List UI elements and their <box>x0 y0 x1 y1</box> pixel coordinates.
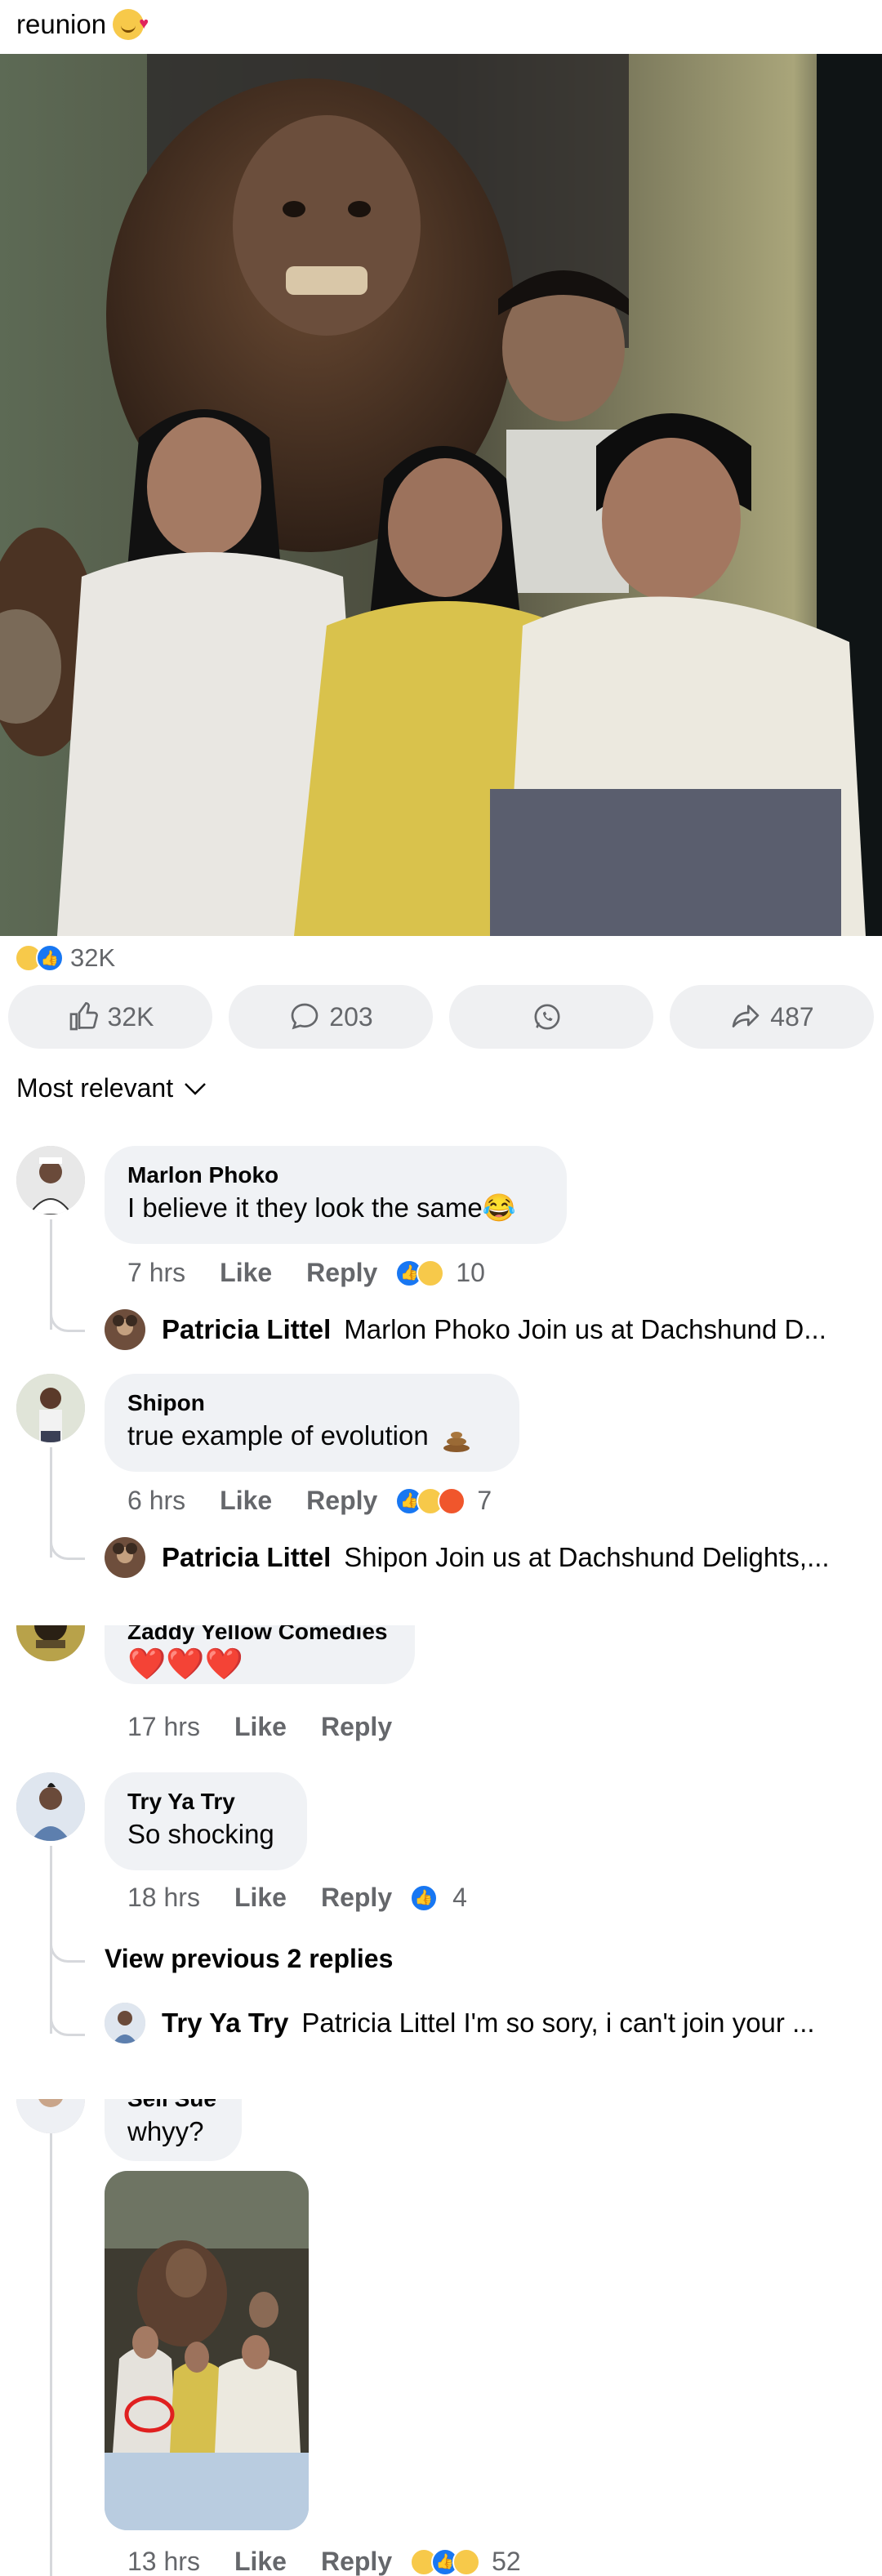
comment-reply-button[interactable]: Reply <box>306 1486 377 1516</box>
comment-reaction-count[interactable]: 52 <box>492 2547 521 2576</box>
comment-reply-button[interactable]: Reply <box>321 1883 392 1913</box>
share-button[interactable]: 487 <box>670 985 874 1049</box>
comment-like-button[interactable]: Like <box>234 2547 287 2576</box>
comment-bubble-icon <box>291 1003 318 1030</box>
comment-author[interactable]: Try Ya Try <box>127 1787 284 1816</box>
comment-clipped-container: Zaddy Yellow Comedies ❤️❤️❤️ 17 hrs Like… <box>0 1625 882 1772</box>
avatar[interactable] <box>16 1625 85 1661</box>
post-caption-text: reunion <box>16 9 107 39</box>
comment-time: 18 hrs <box>127 1883 200 1912</box>
comment-meta: 6 hrs Like Reply 👍 7 <box>127 1486 492 1516</box>
comment-reply-button[interactable]: Reply <box>321 2547 392 2576</box>
like-icon: 👍 <box>36 944 64 972</box>
reply-preview[interactable]: Patricia Littel Shipon Join us at Dachsh… <box>105 1537 864 1578</box>
comment-bubble[interactable]: Zaddy Yellow Comedies ❤️❤️❤️ <box>105 1625 415 1684</box>
comment-author[interactable]: Zaddy Yellow Comedies <box>127 1625 392 1647</box>
reply-preview[interactable]: Try Ya Try Patricia Littel I'm so sory, … <box>105 2003 864 2043</box>
comment-text: I believe it they look the same😂 <box>127 1192 516 1223</box>
comment-bubble[interactable]: Sell Sue whyy? <box>105 2099 242 2161</box>
whatsapp-icon <box>534 1004 560 1030</box>
share-arrow-icon <box>732 1005 760 1027</box>
comment-text-content: true example of evolution <box>127 1420 429 1451</box>
reply-text: Patricia Littel I'm so sory, i can't joi… <box>301 2008 815 2038</box>
sort-label: Most relevant <box>16 1073 174 1103</box>
thumbs-up-icon <box>69 1001 98 1031</box>
like-button[interactable]: 32K <box>8 985 212 1049</box>
comment-text: So shocking <box>127 1819 274 1849</box>
comment-bubble[interactable]: Marlon Phoko I believe it they look the … <box>105 1146 567 1244</box>
avatar[interactable] <box>105 1537 145 1578</box>
comment-text: true example of evolution <box>127 1418 497 1454</box>
comment-time: 6 hrs <box>127 1486 186 1515</box>
comment-bubble[interactable]: Try Ya Try So shocking <box>105 1772 307 1870</box>
comment-reaction-count[interactable]: 4 <box>452 1883 467 1913</box>
post-actions: 32K 203 487 <box>8 985 874 1049</box>
chevron-down-icon <box>185 1082 206 1095</box>
comment-reply-button[interactable]: Reply <box>306 1258 377 1288</box>
comment-reaction-count[interactable]: 7 <box>477 1486 492 1516</box>
comment-meta: 7 hrs Like Reply 👍 10 <box>127 1258 485 1288</box>
whatsapp-share-button[interactable] <box>449 985 653 1049</box>
comment-text: ❤️❤️❤️ <box>127 1647 243 1682</box>
comment-time: 7 hrs <box>127 1258 186 1287</box>
thread-line <box>50 2133 52 2576</box>
avatar[interactable] <box>105 1309 145 1350</box>
comment-sort-dropdown[interactable]: Most relevant <box>16 1073 207 1103</box>
comment-bubble[interactable]: Shipon true example of evolution <box>105 1374 519 1472</box>
poop-icon <box>443 1425 470 1453</box>
haha-icon <box>416 1259 445 1287</box>
comment-like-button[interactable]: Like <box>234 1712 287 1742</box>
comment-time: 13 hrs <box>127 2547 200 2576</box>
avatar[interactable] <box>16 1146 85 1214</box>
post-photo[interactable] <box>0 54 882 936</box>
reply-text: Marlon Phoko Join us at Dachshund D... <box>344 1314 826 1344</box>
reaction-summary[interactable]: 👍 32K <box>15 942 115 974</box>
comment-like-button[interactable]: Like <box>220 1486 272 1516</box>
like-count: 32K <box>107 1001 154 1032</box>
reply-preview[interactable]: Patricia Littel Marlon Phoko Join us at … <box>105 1309 864 1350</box>
reply-author[interactable]: Patricia Littel <box>162 1314 331 1345</box>
comment-meta: 17 hrs Like Reply <box>127 1712 392 1742</box>
comment-like-button[interactable]: Like <box>220 1258 272 1288</box>
avatar[interactable] <box>105 2003 145 2043</box>
comment-time: 17 hrs <box>127 1712 200 1741</box>
comment-author[interactable]: Shipon <box>127 1388 497 1418</box>
like-icon: 👍 <box>410 1883 439 1912</box>
view-previous-replies-link[interactable]: View previous 2 replies <box>105 1944 393 1974</box>
thread-elbow <box>50 1993 85 2036</box>
avatar[interactable] <box>16 2099 85 2133</box>
comment-like-button[interactable]: Like <box>234 1883 287 1913</box>
reply-text: Shipon Join us at Dachshund Delights,... <box>344 1542 830 1572</box>
comment-reaction-count[interactable]: 10 <box>456 1258 485 1288</box>
reply-author[interactable]: Patricia Littel <box>162 1542 331 1573</box>
thread-elbow <box>50 1303 85 1332</box>
thread-elbow <box>50 1928 85 1963</box>
share-count: 487 <box>770 1001 814 1032</box>
comment-attached-image[interactable] <box>105 2171 309 2530</box>
comment-author[interactable]: Marlon Phoko <box>127 1161 544 1190</box>
comment-button[interactable]: 203 <box>229 985 433 1049</box>
thread-elbow <box>50 1531 85 1560</box>
post-caption: reunion <box>16 6 149 42</box>
smiling-face-with-hearts-icon <box>113 6 149 42</box>
angry-icon <box>438 1486 466 1515</box>
comment-author[interactable]: Sell Sue <box>127 2099 219 2114</box>
comment-reply-button[interactable]: Reply <box>321 1712 392 1742</box>
comment-text: whyy? <box>127 2116 204 2146</box>
comment-clipped-container: Sell Sue whyy? 13 hrs Like Reply 👍 52 <box>0 2099 882 2576</box>
comment-meta: 18 hrs Like Reply 👍 4 <box>127 1883 467 1913</box>
comment-meta: 13 hrs Like Reply 👍 52 <box>127 2547 521 2576</box>
wow-icon <box>452 2547 481 2576</box>
reaction-total: 32K <box>70 943 116 972</box>
avatar[interactable] <box>16 1374 85 1442</box>
reply-author[interactable]: Try Ya Try <box>162 2008 288 2039</box>
comment-count: 203 <box>329 1001 373 1032</box>
avatar[interactable] <box>16 1772 85 1841</box>
